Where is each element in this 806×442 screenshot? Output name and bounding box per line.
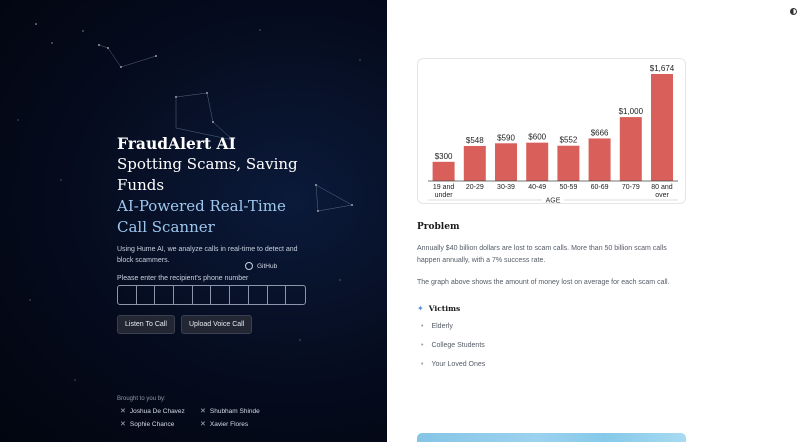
- x-icon: ✕: [120, 408, 126, 415]
- victims-title: Victims: [428, 304, 461, 313]
- headline-accent-line-1: AI-Powered Real-Time: [117, 197, 286, 215]
- x-tick-label: 19 and: [433, 184, 455, 191]
- x-tick-label: 30-39: [497, 184, 515, 191]
- bar-value-label: $666: [591, 128, 609, 137]
- credit-link[interactable]: ✕ Xavier Flores: [200, 420, 249, 429]
- chart-bar: [432, 161, 455, 181]
- credit-name: Shubham Shinde: [209, 407, 260, 415]
- victim-label: Elderly: [431, 323, 453, 330]
- headline-accent-line-2: Call Scanner: [117, 218, 215, 236]
- credit-name: Sophie Chance: [129, 420, 175, 428]
- chart-card: $300 19 and under $548 20-29 $590 30-39 $600 40-…: [417, 58, 686, 205]
- listen-to-call-button[interactable]: Listen To Call: [117, 315, 175, 334]
- bar-value-label: $548: [466, 136, 484, 145]
- list-item: • Elderly: [421, 323, 453, 330]
- github-icon: [245, 262, 253, 270]
- x-tick-label: 50-59: [559, 184, 577, 191]
- x-icon: ✕: [120, 421, 126, 428]
- problem-title: Problem: [417, 222, 460, 232]
- phone-prompt: Please enter the recipient's phone numbe…: [117, 275, 249, 282]
- phone-number-input[interactable]: [117, 285, 306, 305]
- x-tick-label: 40-49: [528, 184, 546, 191]
- chart-bar: [651, 74, 673, 181]
- sparkle-icon: ✦: [417, 304, 424, 313]
- victim-label: College Students: [431, 342, 485, 349]
- bullet-icon: •: [421, 342, 424, 349]
- victim-label: Your Loved Ones: [431, 361, 486, 368]
- credits-title: Brought to you by:: [117, 396, 166, 402]
- theme-toggle-icon[interactable]: [790, 8, 797, 15]
- phone-digit-input[interactable]: [118, 286, 137, 304]
- bullet-icon: •: [421, 323, 424, 330]
- chart-bar: [619, 117, 642, 181]
- tagline: Spotting Scams, Saving Funds: [117, 155, 298, 194]
- chart-bar: [526, 142, 549, 181]
- x-icon: ✕: [200, 421, 206, 428]
- x-tick-label: 80 and: [651, 184, 673, 191]
- bar-value-label: $552: [560, 136, 578, 145]
- github-label: GitHub: [257, 262, 278, 270]
- victims-heading: ✦ Victims: [417, 304, 460, 313]
- x-tick-label: under: [435, 192, 454, 199]
- upload-voice-call-button[interactable]: Upload Voice Call: [181, 315, 253, 334]
- bar-value-label: $1,674: [650, 64, 675, 73]
- brand-title: FraudAlert AI: [117, 134, 236, 153]
- credit-name: Joshua De Chavez: [129, 407, 185, 415]
- x-tick-label: 70-79: [622, 184, 640, 191]
- bar-value-label: $600: [528, 133, 546, 142]
- phone-digit-input[interactable]: [230, 286, 249, 304]
- phone-digit-input[interactable]: [174, 286, 193, 304]
- chart-bar: [463, 145, 486, 181]
- x-icon: ✕: [200, 408, 206, 415]
- phone-digit-input[interactable]: [286, 286, 305, 304]
- hero-panel: FraudAlert AI Spotting Scams, Saving Fun…: [0, 0, 387, 442]
- x-tick-label: 20-29: [466, 184, 484, 191]
- list-item: • Your Loved Ones: [421, 361, 485, 368]
- bar-value-label: $590: [497, 133, 515, 142]
- phone-digit-input[interactable]: [249, 286, 268, 304]
- github-link[interactable]: GitHub: [245, 262, 277, 270]
- hero-text: FraudAlert AI Spotting Scams, Saving Fun…: [117, 133, 347, 282]
- phone-digit-input[interactable]: [155, 286, 175, 304]
- bar-value-label: $300: [435, 152, 453, 161]
- chart-bar: [557, 145, 580, 181]
- list-item: • College Students: [421, 342, 485, 349]
- chart-bar: [495, 143, 517, 181]
- phone-digit-input[interactable]: [211, 286, 231, 304]
- x-tick-label: over: [655, 192, 669, 199]
- bar-value-label: $1,000: [619, 107, 644, 116]
- bottom-banner: [417, 433, 686, 442]
- bullet-icon: •: [421, 361, 424, 368]
- phone-digit-input[interactable]: [268, 286, 287, 304]
- hero-description: Using Hume AI, we analyze calls in real-…: [117, 246, 298, 264]
- problem-paragraph: Annually $40 billion dollars are lost to…: [417, 245, 667, 264]
- problem-paragraph: The graph above shows the amount of mone…: [417, 279, 670, 286]
- credit-link[interactable]: ✕ Shubham Shinde: [200, 407, 260, 416]
- phone-digit-input[interactable]: [193, 286, 212, 304]
- credit-name: Xavier Flores: [209, 420, 249, 428]
- x-tick-label: 60-69: [591, 184, 609, 191]
- credit-link[interactable]: ✕ Sophie Chance: [120, 420, 175, 429]
- credit-link[interactable]: ✕ Joshua De Chavez: [120, 407, 185, 416]
- scam-loss-bar-chart: $300 19 andunder $548 20-29 $590 30-39 $600 40-…: [428, 64, 678, 205]
- phone-digit-input[interactable]: [137, 286, 156, 304]
- x-axis-title: AGE: [546, 198, 561, 205]
- chart-bar: [588, 138, 611, 181]
